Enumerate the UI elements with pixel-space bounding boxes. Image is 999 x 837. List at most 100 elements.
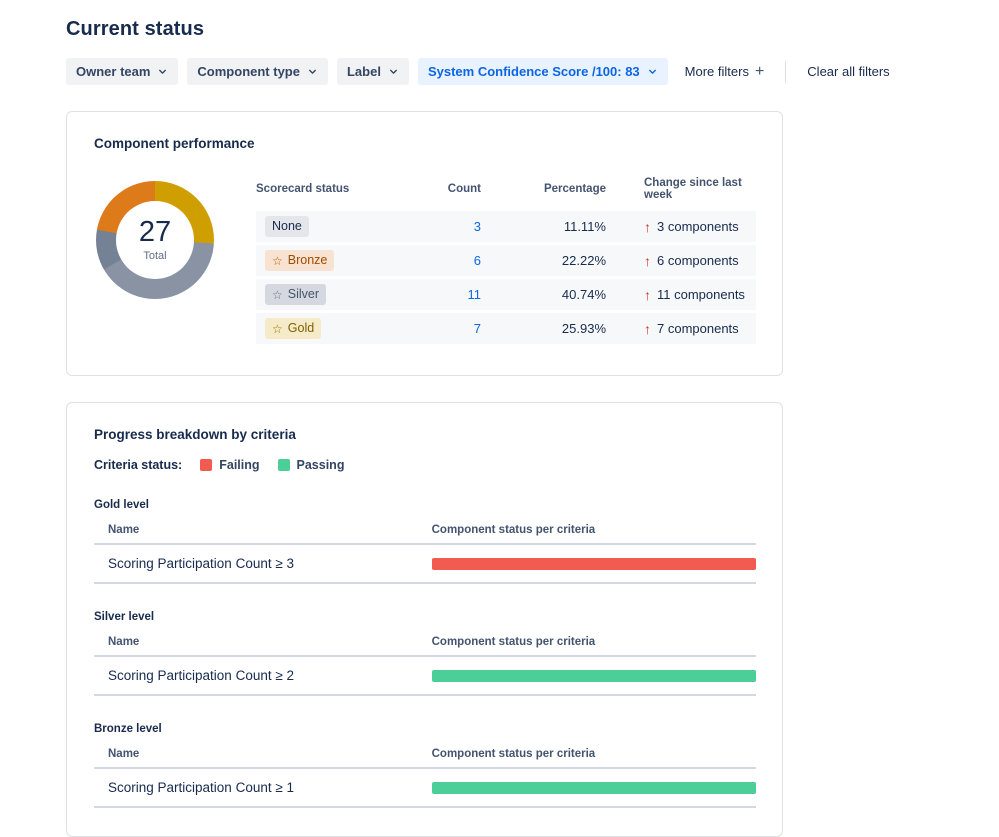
criteria-name: Scoring Participation Count ≥ 1 [108,780,295,795]
filter-label-text: Label [346,64,381,79]
count-link[interactable]: 11 [468,287,482,302]
criteria-table-header: Name Component status per criteria [94,748,756,769]
table-row: ☆ Silver 11 40.74% ↑ 11 components [256,277,756,313]
name-header: Name [108,748,140,760]
status-label: Bronze [287,253,328,267]
status-header: Component status per criteria [431,748,596,760]
arrow-up-icon: ↑ [644,286,651,303]
criteria-bar-cell [431,557,756,570]
status-header: Component status per criteria [431,524,596,536]
criteria-table-header: Name Component status per criteria [94,524,756,545]
count-link[interactable]: 7 [474,321,481,336]
chevron-down-icon [309,69,316,74]
status-label: Gold [287,321,315,335]
passing-label: Passing [296,458,345,472]
status-badge: ☆ Silver [265,284,327,305]
donut-total-label: Total [143,250,167,262]
star-icon: ☆ [272,287,283,302]
filter-label: Owner team [76,64,151,79]
criteria-bar-cell [431,781,756,794]
change-value: 6 components [657,253,739,268]
chevron-down-icon [159,69,167,74]
status-header: Component status per criteria [431,636,596,648]
arrow-up-icon: ↑ [644,320,651,337]
criteria-status-legend: Criteria status: Failing Passing [94,458,756,472]
divider [785,60,787,83]
level-label: Bronze level [94,723,162,735]
progress-breakdown-card: Progress breakdown by criteria Criteria … [66,402,783,837]
col-change: Change since last week [644,177,742,201]
percentage-value: 22.22% [481,243,606,279]
table-header-row: Scorecard status Count Percentage Change… [256,173,756,211]
criteria-status-bar[interactable] [431,669,756,682]
status-badge: None [265,216,309,237]
status-label: None [272,219,302,233]
clear-all-filters-label: Clear all filters [807,64,890,79]
change-value: 3 components [657,219,739,234]
count-link[interactable]: 6 [474,253,481,268]
passing-swatch [277,459,290,471]
name-header: Name [108,524,140,536]
table-row: None 3 11.11% ↑ 3 components [256,211,756,245]
criteria-status-bar[interactable] [431,781,756,794]
filter-label: Component type [197,64,300,79]
table-row: ☆ Bronze 6 22.22% ↑ 6 components [256,243,756,279]
col-percentage: Percentage [543,183,606,195]
current-status-page: Current status Owner team Component type… [0,0,999,837]
scorecard-donut-chart[interactable]: 27 Total [96,181,214,299]
arrow-up-icon: ↑ [644,218,651,235]
silver-level-section: Silver level Name Component status per c… [94,611,756,696]
legend-passing: Passing [277,458,345,472]
more-filters-button[interactable]: More filters + [677,58,773,85]
more-filters-label: More filters [684,64,749,79]
filter-system-confidence-score[interactable]: System Confidence Score /100: 83 [417,58,668,85]
percentage-value: 40.74% [481,277,606,313]
active-filter-label: System Confidence Score /100: 83 [427,64,640,79]
plus-icon: + [754,62,765,80]
failing-swatch [200,459,213,471]
gold-level-section: Gold level Name Component status per cri… [94,499,756,584]
chevron-down-icon [390,69,397,74]
star-icon: ☆ [272,253,283,268]
performance-body: 27 Total Scorecard status Count Percenta… [94,173,756,347]
filter-owner-team[interactable]: Owner team [66,58,179,85]
level-label: Silver level [94,611,155,623]
table-row: ☆ Gold 7 25.93% ↑ 7 components [256,311,756,347]
change-value: 7 components [657,321,739,336]
component-performance-card: Component performance 27 Total Scorecard… [66,111,783,376]
criteria-table-header: Name Component status per criteria [94,636,756,657]
filter-label[interactable]: Label [336,58,409,85]
filter-component-type[interactable]: Component type [187,58,328,85]
col-scorecard-status: Scorecard status [256,183,350,195]
criteria-bar-cell [431,669,756,682]
col-count: Count [447,183,481,195]
change-value: 11 components [657,287,745,302]
status-badge: ☆ Bronze [265,250,335,271]
filter-bar: Owner team Component type Label System C… [66,58,999,85]
count-link[interactable]: 3 [474,219,481,234]
percentage-value: 25.93% [481,311,606,347]
level-label: Gold level [94,499,149,511]
status-label: Silver [287,287,320,301]
donut-center: 27 Total [96,181,214,299]
scorecard-status-table: Scorecard status Count Percentage Change… [256,173,756,347]
criteria-row: Scoring Participation Count ≥ 3 [94,545,756,584]
card-title: Component performance [94,136,255,151]
criteria-name: Scoring Participation Count ≥ 2 [108,668,295,683]
status-badge: ☆ Gold [265,318,322,339]
criteria-name: Scoring Participation Count ≥ 3 [108,556,295,571]
failing-label: Failing [219,458,260,472]
arrow-up-icon: ↑ [644,252,651,269]
criteria-status-bar[interactable] [431,557,756,570]
clear-all-filters-button[interactable]: Clear all filters [799,58,897,85]
star-icon: ☆ [272,321,283,336]
card-title: Progress breakdown by criteria [94,427,296,442]
legend-failing: Failing [200,458,260,472]
bronze-level-section: Bronze level Name Component status per c… [94,723,756,808]
percentage-value: 11.11% [481,211,606,245]
criteria-row: Scoring Participation Count ≥ 2 [94,657,756,696]
page-title: Current status [66,18,205,40]
chevron-down-icon [648,69,656,74]
name-header: Name [108,636,140,648]
legend-label: Criteria status: [94,458,183,472]
